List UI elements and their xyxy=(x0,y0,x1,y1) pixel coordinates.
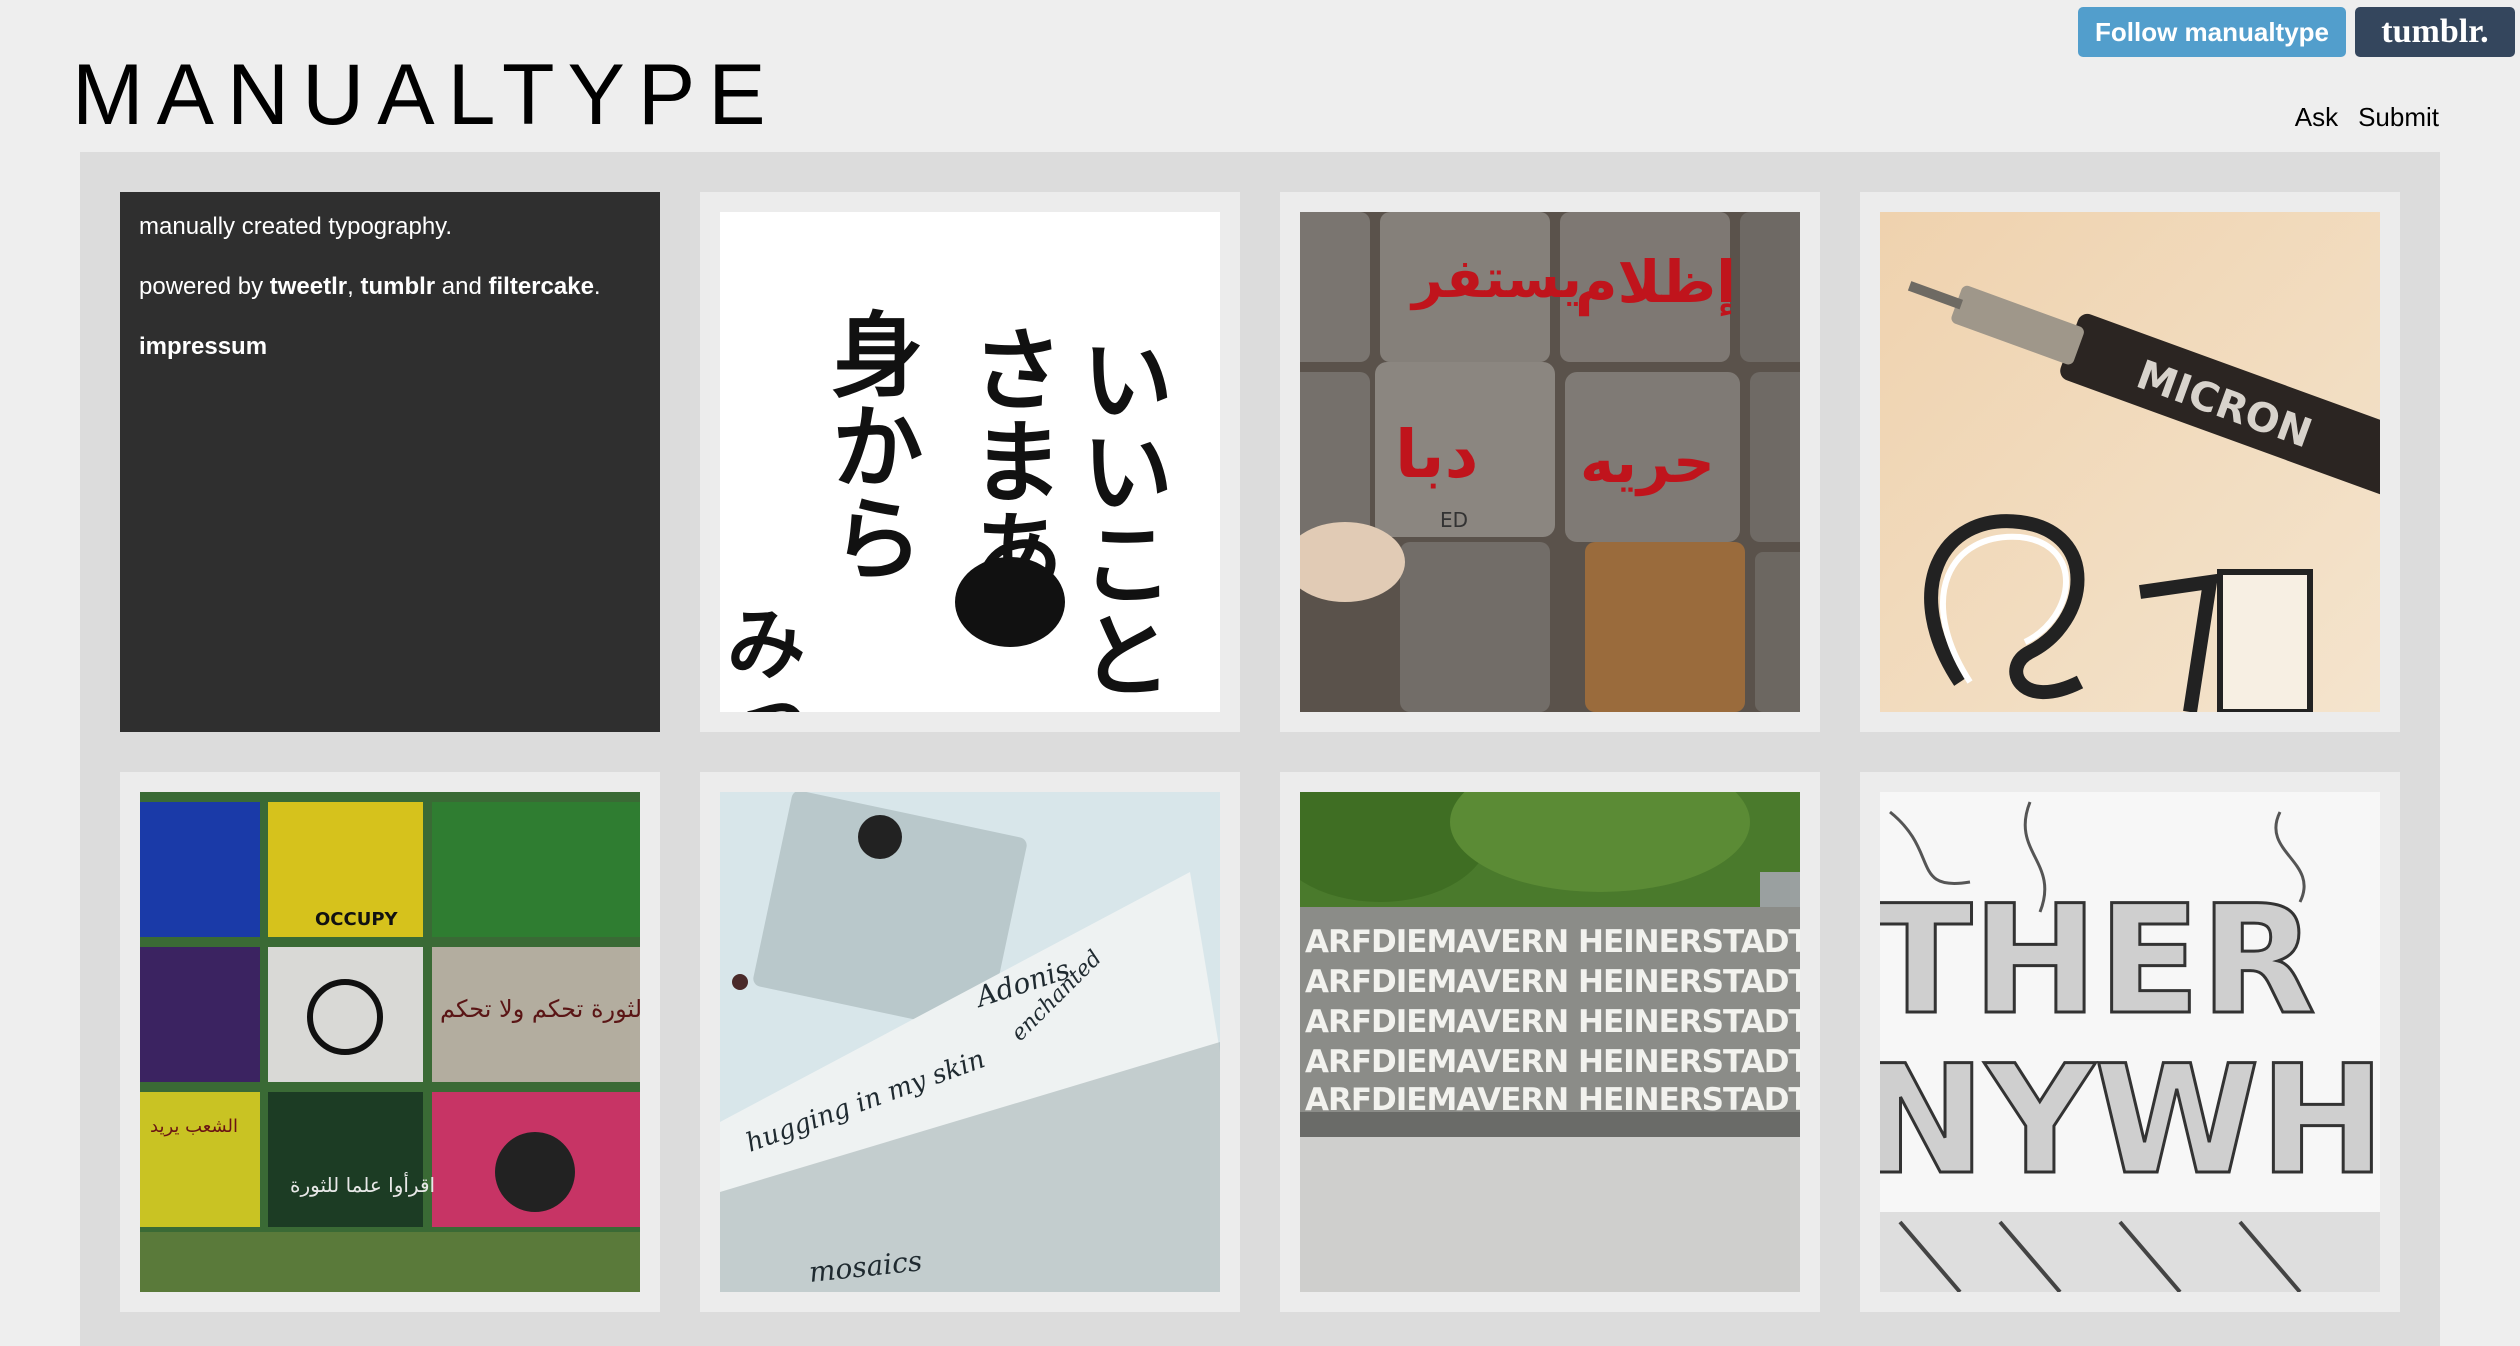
micron-pen-image: MICRON xyxy=(1880,212,2380,712)
post-image-stone-blocks: يستفر إظلام دبا حريه ED xyxy=(1300,212,1800,712)
blog-description: manually created typography. powered by … xyxy=(120,192,660,732)
tile-text-3: اقرأوا علما للثورة xyxy=(290,1172,435,1197)
tumblr-link[interactable]: tumblr xyxy=(360,273,435,300)
follow-button[interactable]: Follow manualtype xyxy=(2078,7,2346,57)
posts-grid: manually created typography. powered by … xyxy=(120,192,2400,1312)
wall-text-row-5: ARFDIEMAVERN HEINERSTADTNICHT xyxy=(1305,1082,1800,1118)
ask-link[interactable]: Ask xyxy=(2295,102,2338,133)
powered-by-text: powered by xyxy=(139,273,264,300)
post-tile[interactable]: يستفر إظلام دبا حريه ED xyxy=(1280,192,1820,732)
tile-text-2: الثورة تحكم ولا تحكم xyxy=(440,995,640,1023)
site-title[interactable]: MANUALTYPE xyxy=(72,50,779,140)
graffiti-text-5: ED xyxy=(1440,508,1468,532)
post-tile[interactable]: いいこと さまあ 身から みっ xyxy=(700,192,1240,732)
post-image-calligraphy-paper: enchanted hugging in my skin Adonis mosa… xyxy=(720,792,1220,1292)
filtercake-link[interactable]: filtercake xyxy=(489,273,594,300)
and-text: and xyxy=(441,273,482,300)
wall-text-row-1: ARFDIEMAVERN HEINERSTADTNICHT xyxy=(1305,924,1800,960)
kana-column-1: いいこと xyxy=(1066,332,1174,700)
graffiti-text-4: حريه xyxy=(1580,428,1715,497)
post-tile[interactable]: enchanted hugging in my skin Adonis mosa… xyxy=(700,772,1240,1312)
posts-panel: manually created typography. powered by … xyxy=(80,152,2440,1346)
lettering-row-2: NYWHER xyxy=(1880,1034,2380,1208)
wall-text-row-3: ARFDIEMAVERN HEINERSTADTNICHT xyxy=(1305,1004,1800,1040)
graffiti-text-2: إظلام xyxy=(1575,248,1736,317)
graffiti-text-1: يستفر xyxy=(1409,247,1582,310)
kana-column-2: さまあ xyxy=(956,322,1064,598)
tile-text-4: الشعب يريد xyxy=(150,1116,238,1137)
comma: , xyxy=(347,273,354,300)
tagline: manually created typography. xyxy=(139,213,453,240)
tumblr-logo-button[interactable]: tumblr. xyxy=(2355,7,2515,57)
period: . xyxy=(593,273,601,300)
post-tile[interactable]: ARFDIEMAVERN HEINERSTADTNICHT ARFDIEMAVE… xyxy=(1280,772,1820,1312)
kana-column-3: 身から xyxy=(816,307,924,583)
wall-text-row-4: ARFDIEMAVERN HEINERSTADTNICHT xyxy=(1305,1044,1800,1080)
tile-text-1: OCCUPY xyxy=(315,909,399,930)
post-tile[interactable]: THER NYWHER xyxy=(1860,772,2400,1312)
top-nav: Ask Submit xyxy=(2295,102,2439,133)
impressum-link[interactable]: impressum xyxy=(139,333,267,360)
japanese-calligraphy-image: いいこと さまあ 身から みっ xyxy=(720,212,1220,712)
post-tile[interactable]: MICRON xyxy=(1860,192,2400,732)
post-image-micron-pen: MICRON xyxy=(1880,212,2380,712)
lettering-row-1: THER xyxy=(1880,874,2316,1048)
calligraphy-paper-image: enchanted hugging in my skin Adonis mosa… xyxy=(720,792,1220,1292)
wall-text-row-2: ARFDIEMAVERN HEINERSTADTNICHT xyxy=(1305,964,1800,1000)
submit-link[interactable]: Submit xyxy=(2358,102,2439,133)
post-image-japanese-calligraphy: いいこと さまあ 身から みっ xyxy=(720,212,1220,712)
stone-blocks-image: يستفر إظلام دبا حريه ED xyxy=(1300,212,1800,712)
powered-by-line: powered by tweetlr, tumblr and filtercak… xyxy=(139,272,641,302)
post-image-colored-tiles: OCCUPY الثورة تحكم ولا تحكم اقرأوا علما … xyxy=(140,792,640,1292)
graffiti-text-3: دبا xyxy=(1395,416,1478,493)
graffiti-wall-image: ARFDIEMAVERN HEINERSTADTNICHT ARFDIEMAVE… xyxy=(1300,792,1800,1292)
post-image-illustrated-lettering: THER NYWHER xyxy=(1880,792,2380,1292)
tweetlr-link[interactable]: tweetlr xyxy=(270,273,347,300)
colored-tiles-image: OCCUPY الثورة تحكم ولا تحكم اقرأوا علما … xyxy=(140,792,640,1292)
post-image-graffiti-wall: ARFDIEMAVERN HEINERSTADTNICHT ARFDIEMAVE… xyxy=(1300,792,1800,1292)
illustrated-lettering-image: THER NYWHER xyxy=(1880,792,2380,1292)
post-tile[interactable]: OCCUPY الثورة تحكم ولا تحكم اقرأوا علما … xyxy=(120,772,660,1312)
kana-column-4: みっ xyxy=(720,602,807,712)
